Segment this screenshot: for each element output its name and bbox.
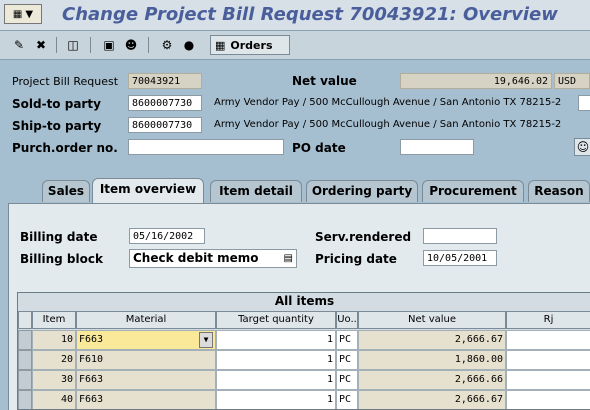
net-value-cell: 2,666.67 — [358, 390, 506, 409]
target-quantity-cell[interactable]: 1 — [216, 370, 336, 390]
table-row[interactable]: 40 F663 1 PC 2,666.67 — [18, 390, 590, 409]
ship-to-field[interactable]: 8600007730 — [128, 117, 202, 133]
po-date-label: PO date — [292, 141, 346, 155]
rj-cell[interactable] — [506, 370, 590, 390]
toolbar-separator — [56, 37, 57, 53]
row-selector[interactable] — [18, 330, 32, 350]
material-cell[interactable]: F663 ▼ — [76, 330, 216, 350]
uom-cell[interactable]: PC — [336, 370, 358, 390]
table-row[interactable]: 20 F610 1 PC 1,860.00 — [18, 350, 590, 370]
project-bill-request-label: Project Bill Request — [12, 75, 119, 88]
sold-to-detail-button[interactable] — [578, 95, 590, 111]
rj-cell[interactable] — [506, 330, 590, 350]
tab-reason[interactable]: Reason — [528, 180, 590, 202]
delete-icon[interactable]: ✖ — [32, 36, 50, 54]
billing-block-select[interactable]: Check debit memo ▤ — [129, 249, 297, 268]
display-change-icon[interactable]: ✎ — [10, 36, 28, 54]
uom-cell[interactable]: PC — [336, 390, 358, 409]
items-table-title: All items — [18, 293, 590, 310]
material-value: F663 — [79, 334, 104, 345]
billing-date-label: Billing date — [20, 230, 98, 244]
column-header-uom[interactable]: Uo.. — [336, 311, 358, 329]
item-cell: 40 — [32, 390, 76, 409]
item-cell: 20 — [32, 350, 76, 370]
sold-to-label: Sold-to party — [12, 97, 101, 111]
currency-field: USD — [554, 73, 590, 89]
material-cell: F663 — [76, 370, 216, 390]
uom-cell[interactable]: PC — [336, 330, 358, 350]
select-all-header[interactable] — [18, 311, 32, 329]
toolbar-separator — [90, 37, 91, 53]
row-selector[interactable] — [18, 350, 32, 370]
rj-cell[interactable] — [506, 350, 590, 370]
billing-block-label: Billing block — [20, 252, 103, 266]
orders-button-label: Orders — [230, 38, 273, 52]
tab-sales[interactable]: Sales — [42, 180, 90, 202]
person-icon[interactable]: ☺ — [574, 138, 590, 156]
table-row[interactable]: 10 F663 ▼ 1 PC 2,666.67 — [18, 330, 590, 350]
sold-to-description: Army Vendor Pay / 500 McCullough Avenue … — [214, 97, 562, 108]
table-row[interactable]: 30 F663 1 PC 2,666.66 — [18, 370, 590, 390]
column-header-net-value[interactable]: Net value — [358, 311, 506, 329]
row-selector[interactable] — [18, 370, 32, 390]
purch-order-label: Purch.order no. — [12, 141, 118, 155]
target-quantity-cell[interactable]: 1 — [216, 390, 336, 409]
ship-to-description: Army Vendor Pay / 500 McCullough Avenue … — [214, 119, 562, 130]
uom-cell[interactable]: PC — [336, 350, 358, 370]
orders-button[interactable]: ▦ Orders — [210, 35, 290, 55]
system-menu-button[interactable]: ▦ ▼ — [4, 4, 42, 24]
column-header-material[interactable]: Material — [76, 311, 216, 329]
material-cell: F663 — [76, 390, 216, 409]
title-bar: ▦ ▼ Change Project Bill Request 70043921… — [0, 0, 590, 31]
chevron-down-icon: ▼ — [25, 8, 34, 20]
net-value-label: Net value — [292, 74, 357, 88]
target-quantity-cell[interactable]: 1 — [216, 330, 336, 350]
material-cell: F610 — [76, 350, 216, 370]
list-icon[interactable]: ▤ — [284, 250, 293, 267]
item-cell: 30 — [32, 370, 76, 390]
purch-order-field[interactable] — [128, 139, 284, 155]
document-flow-icon[interactable]: ◫ — [64, 36, 82, 54]
net-value-field: 19,646.02 — [400, 73, 552, 89]
header-details-icon[interactable]: ▣ — [100, 36, 118, 54]
tab-item-detail[interactable]: Item detail — [210, 180, 302, 202]
system-menu-icon: ▦ — [12, 8, 23, 20]
po-date-field[interactable] — [400, 139, 474, 155]
ship-to-label: Ship-to party — [12, 119, 102, 133]
net-value-cell: 1,860.00 — [358, 350, 506, 370]
item-cell: 10 — [32, 330, 76, 350]
row-selector[interactable] — [18, 390, 32, 409]
column-header-item[interactable]: Item — [32, 311, 76, 329]
tab-procurement[interactable]: Procurement — [422, 180, 524, 202]
serv-rendered-label: Serv.rendered — [315, 230, 412, 244]
chevron-down-icon[interactable]: ▼ — [199, 332, 213, 348]
billing-block-value: Check debit memo — [133, 251, 259, 265]
serv-rendered-field[interactable] — [423, 228, 497, 244]
net-value-cell: 2,666.67 — [358, 330, 506, 350]
pricing-date-field[interactable]: 10/05/2001 — [423, 250, 497, 266]
billing-date-field[interactable]: 05/16/2002 — [129, 228, 205, 244]
analysis-icon[interactable]: ⚙ — [158, 36, 176, 54]
partner-icon[interactable]: ☻ — [122, 36, 140, 54]
rj-cell[interactable] — [506, 390, 590, 409]
page-title: Change Project Bill Request 70043921: Ov… — [62, 4, 558, 25]
tab-strip: Sales Item overview Item detail Ordering… — [0, 176, 590, 204]
pricing-date-label: Pricing date — [315, 252, 397, 266]
project-bill-request-field: 70043921 — [128, 73, 202, 89]
table-icon: ▦ — [215, 38, 226, 52]
net-value-cell: 2,666.66 — [358, 370, 506, 390]
items-table: All items Item Material Target quantity … — [17, 292, 590, 410]
document-header: Project Bill Request 70043921 Net value … — [0, 60, 590, 165]
toolbar-separator — [148, 37, 149, 53]
column-header-rj[interactable]: Rj — [506, 311, 590, 329]
sold-to-field[interactable]: 8600007730 — [128, 95, 202, 111]
status-icon[interactable]: ● — [180, 36, 198, 54]
tab-item-overview[interactable]: Item overview — [92, 178, 204, 204]
column-header-target-quantity[interactable]: Target quantity — [216, 311, 336, 329]
target-quantity-cell[interactable]: 1 — [216, 350, 336, 370]
application-toolbar: ✎ ✖ ◫ ▣ ☻ ⚙ ● ▦ Orders — [0, 31, 590, 60]
tab-ordering-party[interactable]: Ordering party — [306, 180, 418, 202]
